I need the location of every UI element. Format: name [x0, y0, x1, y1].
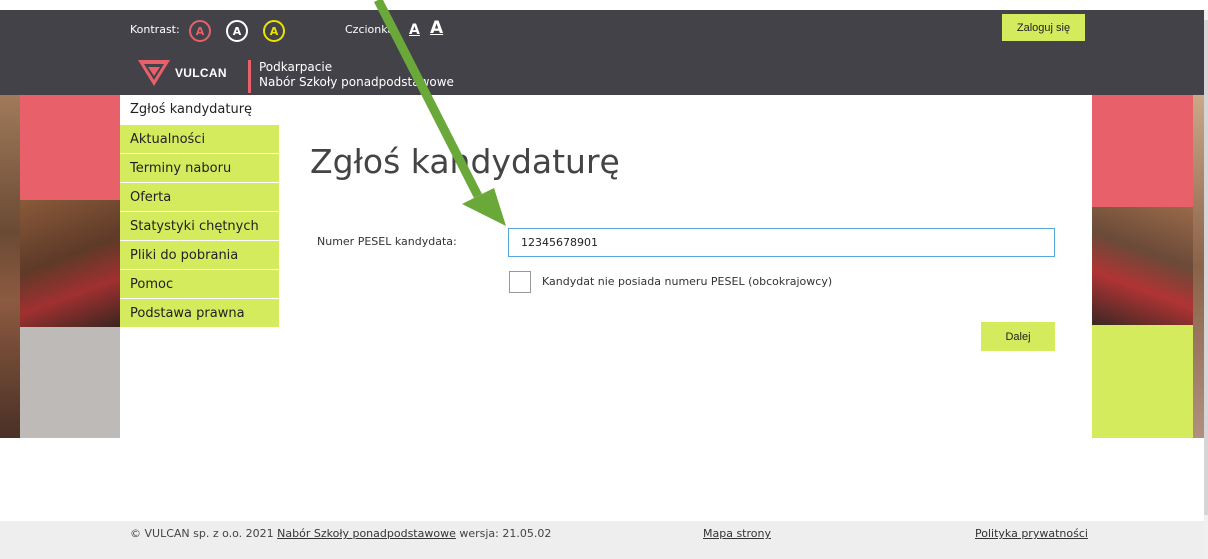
- font-size-label: Czcionka:: [345, 23, 398, 36]
- footer-copyright: © VULCAN sp. z o.o. 2021 Nabór Szkoły po…: [130, 527, 551, 540]
- font-small-link[interactable]: A: [392, 25, 400, 38]
- vulcan-logo[interactable]: VULCAN: [136, 58, 227, 88]
- header: Kontrast: A A A Czcionka: A A A Zaloguj …: [0, 10, 1208, 95]
- menu-item-oferta[interactable]: Oferta: [120, 183, 279, 212]
- footer: © VULCAN sp. z o.o. 2021 Nabór Szkoły po…: [0, 521, 1208, 559]
- no-pesel-checkbox-label: Kandydat nie posiada numeru PESEL (obcok…: [542, 275, 833, 288]
- app-link[interactable]: Nabór Szkoły ponadpodstawowe: [277, 527, 456, 540]
- scrollbar-thumb[interactable]: [1204, 20, 1208, 515]
- right-pink-block: [1092, 95, 1193, 207]
- login-button[interactable]: Zaloguj się: [1002, 14, 1085, 41]
- menu-item-aktualnosci[interactable]: Aktualności: [120, 125, 279, 154]
- menu-item-statystyki-chetnych[interactable]: Statystyki chętnych: [120, 212, 279, 241]
- version-text: wersja: 21.05.02: [459, 527, 552, 540]
- font-medium-link[interactable]: A: [409, 22, 420, 38]
- page-title: Zgłoś kandydaturę: [310, 142, 620, 181]
- font-large-link[interactable]: A: [430, 18, 443, 38]
- contrast-yellow-button[interactable]: A: [263, 20, 285, 42]
- top-strip: [0, 0, 1208, 10]
- contrast-label: Kontrast:: [130, 23, 180, 36]
- logo-divider: [248, 60, 251, 93]
- menu-item-pomoc[interactable]: Pomoc: [120, 270, 279, 299]
- menu-item-terminy-naboru[interactable]: Terminy naboru: [120, 154, 279, 183]
- sitemap-link[interactable]: Mapa strony: [703, 527, 771, 540]
- left-pink-block: [20, 95, 120, 200]
- left-grey-block: [20, 327, 120, 438]
- pesel-input[interactable]: [508, 228, 1055, 257]
- left-photo-decoration: [0, 95, 20, 438]
- no-pesel-checkbox[interactable]: [509, 271, 531, 293]
- pesel-label: Numer PESEL kandydata:: [317, 235, 457, 248]
- vulcan-logo-icon: [138, 60, 170, 86]
- left-photo-block: [20, 200, 120, 327]
- copyright-text: © VULCAN sp. z o.o. 2021: [130, 527, 274, 540]
- site-region: Podkarpacie: [259, 60, 333, 74]
- next-button[interactable]: Dalej: [981, 322, 1055, 351]
- menu-item-podstawa-prawna[interactable]: Podstawa prawna: [120, 299, 279, 328]
- menu-item-zglos-kandydature[interactable]: Zgłoś kandydaturę: [120, 95, 279, 125]
- privacy-link[interactable]: Polityka prywatności: [975, 527, 1088, 540]
- logo-text: VULCAN: [175, 66, 227, 80]
- contrast-default-button[interactable]: A: [189, 20, 211, 42]
- contrast-white-button[interactable]: A: [226, 20, 248, 42]
- sidebar-menu: Zgłoś kandydaturę Aktualności Terminy na…: [120, 95, 279, 328]
- menu-item-pliki-do-pobrania[interactable]: Pliki do pobrania: [120, 241, 279, 270]
- site-title: Nabór Szkoły ponadpodstawowe: [259, 75, 454, 89]
- right-photo-block: [1092, 207, 1193, 325]
- right-green-block: [1092, 325, 1193, 438]
